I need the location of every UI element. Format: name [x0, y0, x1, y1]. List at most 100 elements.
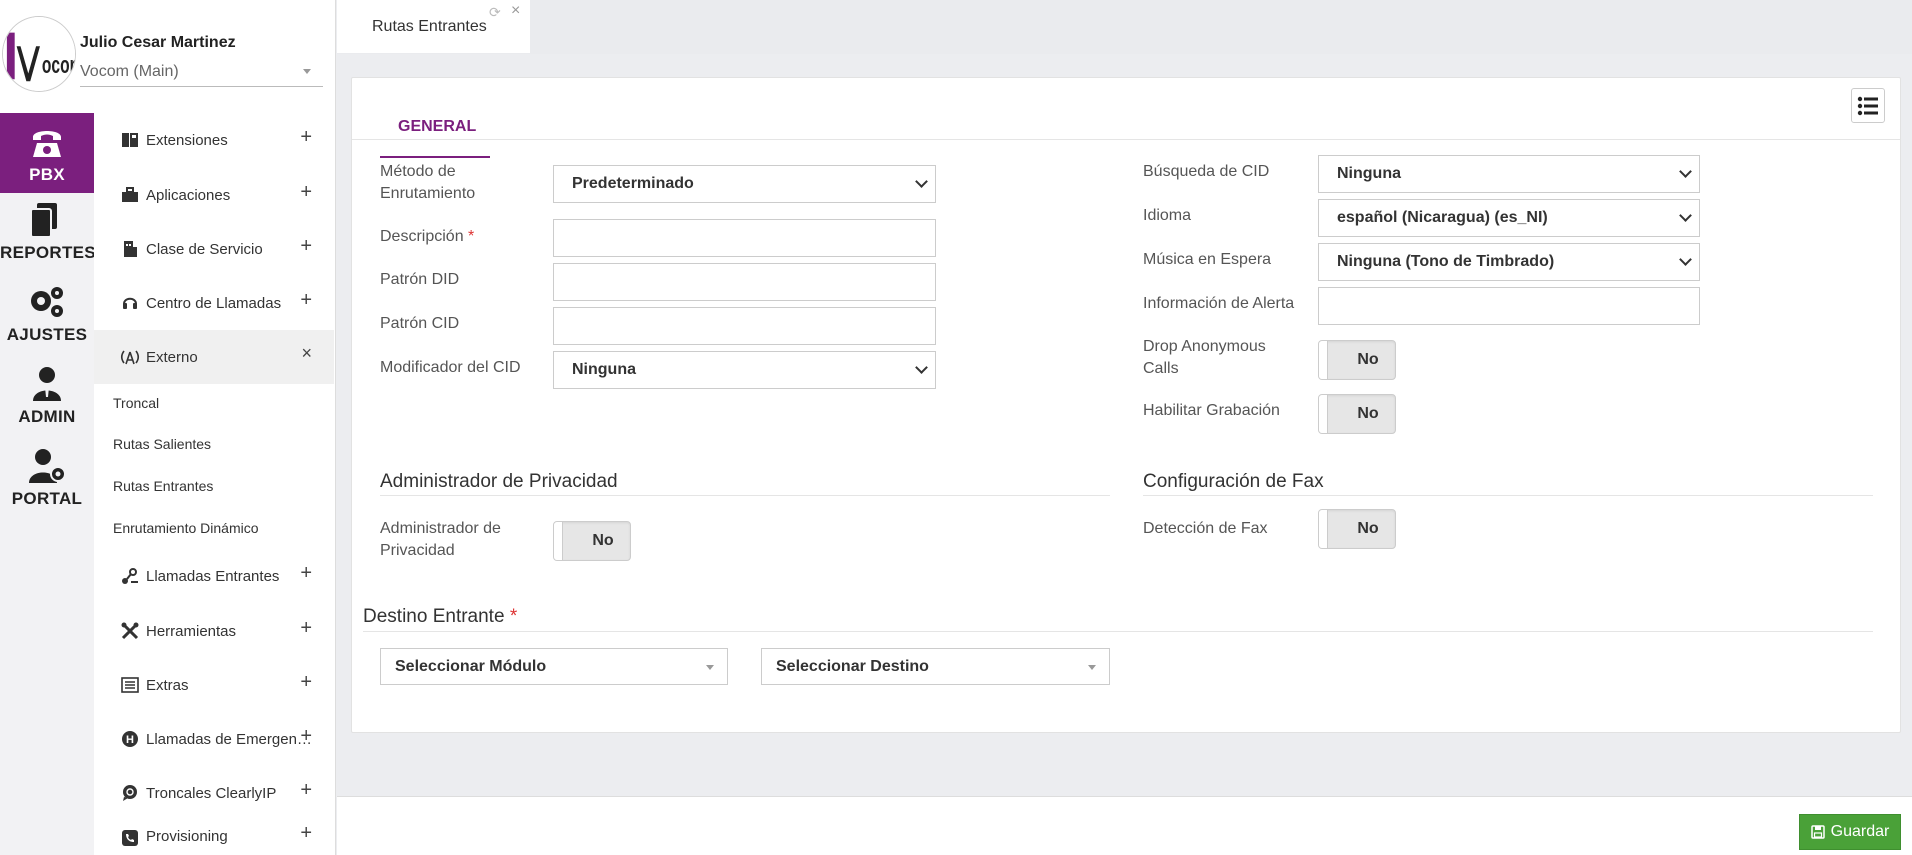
svg-text:ocom: ocom [42, 53, 75, 79]
tools-icon [120, 621, 140, 641]
moh-value: Ninguna (Tono de Timbrado) [1337, 253, 1555, 270]
destination-select[interactable]: Seleccionar Destino [761, 648, 1110, 685]
routing-method-select[interactable]: Predeterminado [553, 165, 936, 203]
tab-title: Rutas Entrantes [372, 18, 487, 35]
chevron-down-icon [1679, 209, 1692, 222]
submenu-item-rutas-salientes[interactable]: Rutas Salientes [113, 436, 211, 452]
collapse-icon[interactable]: × [301, 343, 312, 364]
phone-icon [33, 131, 61, 157]
antenna-icon [120, 347, 140, 367]
cid-pattern-label: Patrón CID [380, 315, 460, 332]
admin-user-icon [33, 367, 61, 401]
gears-icon [31, 287, 63, 317]
caret-down-icon [1088, 665, 1096, 670]
moh-select[interactable]: Ninguna (Tono de Timbrado) [1318, 243, 1700, 281]
menu-label: Externo [146, 348, 198, 366]
menu-item-extensiones[interactable]: Extensiones + [94, 113, 334, 167]
close-icon[interactable]: × [511, 2, 520, 20]
submenu-item-troncal[interactable]: Troncal [113, 395, 159, 411]
phone-square-icon [120, 828, 140, 848]
rail-label: PORTAL [11, 489, 83, 508]
menu-item-aplicaciones[interactable]: Aplicaciones + [94, 168, 334, 222]
rail-label: AJUSTES [6, 325, 88, 344]
menu-item-herramientas[interactable]: Herramientas + [94, 604, 334, 658]
list-icon [120, 675, 140, 695]
toggle-text: No [1357, 405, 1379, 422]
menu-item-externo[interactable]: Externo × [94, 330, 334, 384]
expand-icon[interactable]: + [300, 181, 312, 204]
menu-item-provisioning[interactable]: Provisioning + [94, 820, 334, 855]
expand-icon[interactable]: + [300, 779, 312, 802]
fax-detection-toggle[interactable]: No [1318, 509, 1396, 549]
menu-label: Extensiones [146, 131, 228, 149]
section-divider [1143, 495, 1873, 496]
menu-label: Troncales ClearlyIP [146, 784, 277, 802]
tab-rutas-entrantes[interactable]: Rutas Entrantes ⟳ × [337, 0, 530, 53]
tab-bar: Rutas Entrantes ⟳ × [337, 0, 1912, 54]
routing-method-value: Predeterminado [572, 175, 694, 192]
alert-info-input[interactable] [1318, 287, 1700, 325]
privacy-section-title: Administrador de Privacidad [380, 471, 618, 492]
expand-icon[interactable]: + [300, 725, 312, 748]
module-select[interactable]: Seleccionar Módulo [380, 648, 728, 685]
chevron-down-icon [1679, 165, 1692, 178]
submenu-item-rutas-entrantes[interactable]: Rutas Entrantes [113, 478, 213, 494]
drop-anonymous-toggle[interactable]: No [1318, 340, 1396, 380]
toggle-text: No [1357, 351, 1379, 368]
menu-label: Llamadas Entrantes [146, 567, 280, 585]
list-icon [1857, 96, 1878, 115]
expand-icon[interactable]: + [300, 822, 312, 845]
rail-label: ADMIN [18, 407, 76, 426]
did-pattern-label: Patrón DID [380, 271, 460, 288]
recording-label: Habilitar Grabación [1143, 402, 1280, 419]
footer-bar: Guardar [337, 796, 1912, 855]
expand-icon[interactable]: + [300, 671, 312, 694]
cid-lookup-select[interactable]: Ninguna [1318, 155, 1700, 193]
menu-item-clase-de-servicio[interactable]: Clase de Servicio + [94, 222, 334, 276]
refresh-icon[interactable]: ⟳ [489, 4, 501, 21]
rail-label: PBX [29, 165, 65, 184]
list-view-button[interactable] [1851, 88, 1885, 123]
tab-general[interactable]: GENERAL [380, 98, 490, 158]
language-select[interactable]: español (Nicaragua) (es_NI) [1318, 199, 1700, 237]
rail-item-admin[interactable]: ADMIN [0, 359, 94, 439]
description-input[interactable] [553, 219, 936, 257]
menu-item-centro-de-llamadas[interactable]: Centro de Llamadas + [94, 276, 334, 330]
toggle-text: No [592, 532, 614, 549]
expand-icon[interactable]: + [300, 235, 312, 258]
privacy-toggle[interactable]: No [553, 521, 631, 561]
recording-toggle[interactable]: No [1318, 394, 1396, 434]
rail-item-pbx[interactable]: PBX [0, 113, 94, 193]
menu-item-llamadas-de-emergencia[interactable]: H Llamadas de Emergen… + [94, 712, 334, 766]
section-divider [363, 631, 1873, 632]
expand-icon[interactable]: + [300, 289, 312, 312]
rail-item-portal[interactable]: PORTAL [0, 441, 94, 521]
hospital-icon: H [120, 729, 140, 749]
menu-label: Llamadas de Emergen… [146, 730, 312, 748]
submenu-item-enrutamiento-dinamico[interactable]: Enrutamiento Dinámico [113, 520, 259, 536]
save-button[interactable]: Guardar [1799, 814, 1901, 850]
documents-icon [30, 203, 57, 238]
menu-item-extras[interactable]: Extras + [94, 658, 334, 712]
destination-title-text: Destino Entrante [363, 606, 505, 627]
menu-item-troncales-clearlyip[interactable]: Troncales ClearlyIP + [94, 766, 334, 820]
rail-item-ajustes[interactable]: AJUSTES [0, 277, 94, 357]
fax-detection-label: Detección de Fax [1143, 520, 1268, 537]
language-label: Idioma [1143, 207, 1192, 224]
company-select[interactable]: Vocom (Main) [80, 60, 323, 87]
rail-item-reportes[interactable]: REPORTES [0, 195, 96, 275]
expand-icon[interactable]: + [300, 126, 312, 149]
expand-icon[interactable]: + [300, 562, 312, 585]
cid-modifier-select[interactable]: Ninguna [553, 351, 936, 389]
moh-label: Música en Espera [1143, 251, 1272, 268]
chat-icon [120, 783, 140, 803]
menu-item-llamadas-entrantes[interactable]: Llamadas Entrantes + [94, 549, 334, 603]
user-gear-icon [29, 449, 66, 483]
headset-icon [120, 293, 140, 313]
user-header: ocom Julio Cesar Martinez Vocom (Main) [0, 0, 336, 113]
did-pattern-input[interactable] [553, 263, 936, 301]
save-label: Guardar [1830, 823, 1890, 840]
expand-icon[interactable]: + [300, 617, 312, 640]
cid-pattern-input[interactable] [553, 307, 936, 345]
language-value: español (Nicaragua) (es_NI) [1337, 209, 1548, 226]
